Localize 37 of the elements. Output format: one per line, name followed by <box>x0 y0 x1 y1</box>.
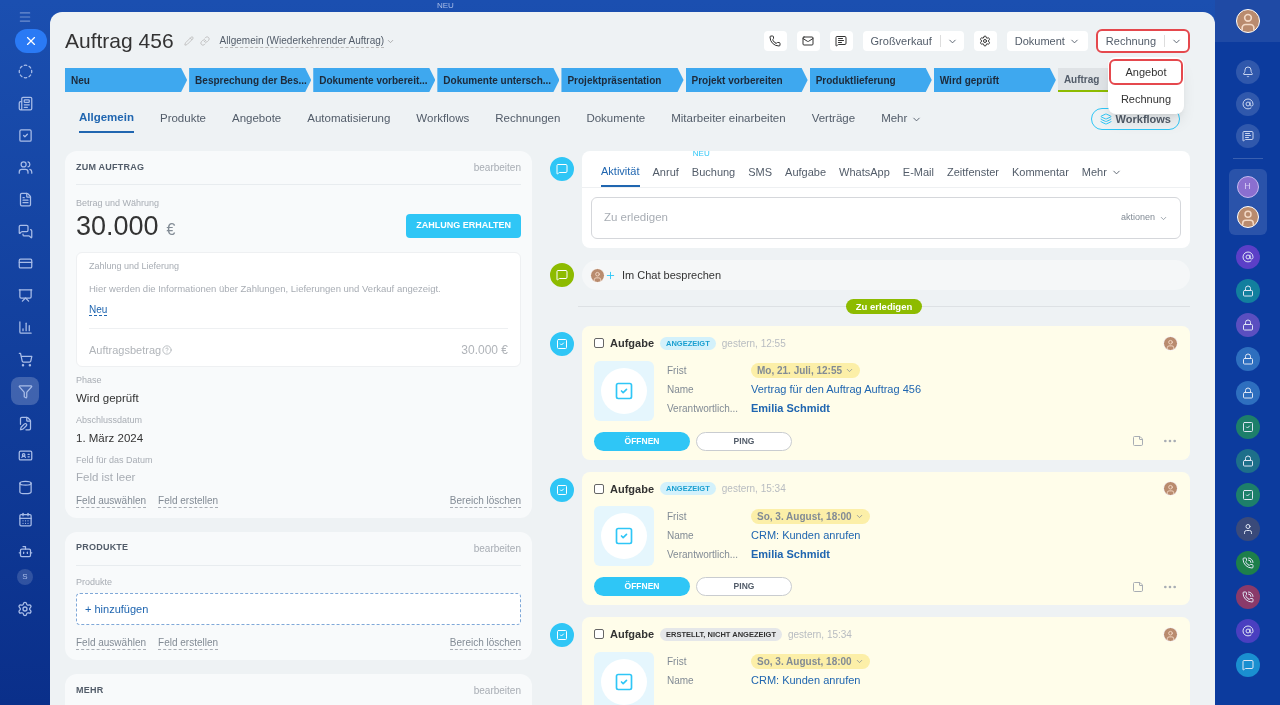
field-label: Betrag und Währung <box>76 197 161 210</box>
field-label: Abschlussdatum <box>76 414 144 427</box>
field-label: Verantwortlich... <box>667 547 740 562</box>
field-label: Name <box>667 674 695 688</box>
field-value: 1. März 2024 <box>76 430 145 446</box>
field-label: Phase <box>76 374 103 388</box>
field-label: Auftragsbetrag <box>89 343 162 358</box>
task-time: gestern, 15:34 <box>721 482 786 497</box>
field-label: Feld für das Datum <box>76 453 154 467</box>
total-value: 30.000 € <box>461 342 508 360</box>
task-time: gestern, 12:55 <box>721 336 786 351</box>
task-title: Aufgabe <box>610 336 654 351</box>
task-title: Aufgabe <box>610 481 654 497</box>
chat-label: Im Chat besprechen <box>622 267 722 283</box>
field-label: Frist <box>667 655 688 669</box>
field-value: Wird geprüft <box>76 390 140 406</box>
amount-value: 30.000 <box>76 210 159 241</box>
field-label: Name <box>667 383 695 397</box>
page-title: Auftrag 456 <box>65 28 174 55</box>
field-label: Name <box>667 528 695 543</box>
info-text: Hier werden die Informationen über Zahlungen, Lieferungen und Verkauf angezeigt. <box>89 282 442 296</box>
section-title: PRODUKTE <box>76 541 129 555</box>
task-title: Aufgabe <box>610 627 654 642</box>
section-title: MEHR <box>76 683 104 697</box>
field-label: Verantwortlich... <box>667 402 740 416</box>
currency-symbol: € <box>166 219 176 240</box>
section-title: ZUM AUFTRAG <box>76 160 145 174</box>
field-label: Frist <box>667 364 688 378</box>
field-label: Frist <box>667 509 688 524</box>
new-label: NEU <box>437 0 455 12</box>
section-badge: Zu erledigen <box>845 298 923 314</box>
field-label: Produkte <box>76 575 114 589</box>
task-time: gestern, 15:34 <box>788 627 852 642</box>
input-placeholder: Zu erledigen <box>604 210 668 226</box>
box-title: Zahlung und Lieferung <box>89 259 181 273</box>
field-value: Feld ist leer <box>76 470 137 486</box>
new-label: NEU <box>692 150 710 158</box>
